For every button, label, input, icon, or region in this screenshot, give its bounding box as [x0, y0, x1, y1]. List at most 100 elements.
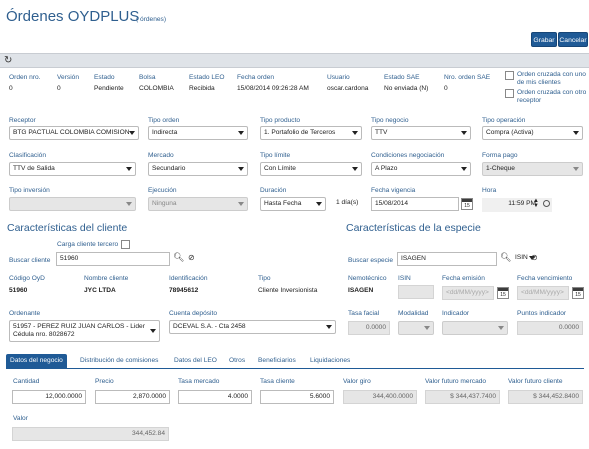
chevron-down-icon	[238, 167, 244, 171]
fecha-emision-input[interactable]: <dd/MM/yyyy>	[442, 286, 494, 300]
nombre-value: JYC LTDA	[84, 287, 116, 294]
tasa-mercado-input[interactable]: 4.0000	[178, 390, 252, 404]
clear-filter-icon[interactable]: ⊘	[531, 253, 538, 262]
forma-pago-select[interactable]: 1-Cheque	[482, 162, 583, 176]
valor-futuro-mercado-input[interactable]: $ 344,437.7400	[425, 390, 500, 404]
puntos-indicador-label: Puntos indicador	[517, 310, 567, 317]
forma-pago-label: Forma pago	[482, 152, 518, 159]
identificacion-value: 78945612	[169, 287, 199, 294]
tipo-orden-value: Indirecta	[152, 129, 178, 136]
receptor-label: Receptor	[9, 117, 36, 124]
estado-label: Estado	[94, 74, 115, 81]
condiciones-select[interactable]: A Plazo	[371, 162, 471, 176]
hora-input[interactable]: 11:59 PM	[482, 198, 552, 212]
tab-liquidaciones[interactable]: Liquidaciones	[306, 354, 354, 368]
tipo-producto-select[interactable]: 1. Portafolio de Terceros	[260, 126, 362, 140]
orden-nro-label: Orden nro.	[9, 74, 41, 81]
page-subtitle: ( órdenes)	[136, 16, 167, 23]
bolsa-label: Bolsa	[139, 74, 156, 81]
cuenta-deposito-select[interactable]: DCEVAL S.A. - Cta 2458	[169, 320, 336, 334]
duracion-value: Hasta Fecha	[264, 200, 302, 207]
cruzada-otro-receptor-checkbox[interactable]	[505, 89, 514, 98]
cliente-section-title: Características del cliente	[7, 222, 128, 234]
indicador-select[interactable]	[442, 321, 508, 335]
ordenante-line1: 51957 - PEREZ RUIZ JUAN CARLOS - Lider	[13, 323, 145, 330]
tab-otros[interactable]: Otros	[225, 354, 249, 368]
chevron-down-icon	[461, 131, 467, 135]
fecha-vencimiento-input[interactable]: <dd/MM/yyyy>	[517, 286, 569, 300]
cuenta-deposito-value: DCEVAL S.A. - Cta 2458	[173, 323, 246, 330]
buscar-cliente-input[interactable]: 51960	[56, 252, 170, 266]
tasa-facial-label: Tasa facial	[348, 310, 380, 317]
carga-tercero-checkbox[interactable]	[121, 240, 130, 249]
isin-input[interactable]	[398, 285, 434, 299]
isin-label: ISIN	[398, 275, 411, 282]
chevron-down-icon	[316, 202, 322, 206]
tipo-negocio-select[interactable]: TTV	[371, 126, 471, 140]
chevron-down-icon	[238, 202, 244, 206]
search-icon[interactable]: 🔍︎	[173, 252, 184, 263]
nemotecnico-label: Nemotécnico	[348, 275, 387, 282]
clear-filter-icon[interactable]: ⊘	[188, 253, 195, 262]
tipo-inversion-select[interactable]	[9, 197, 136, 211]
search-icon[interactable]: 🔍︎	[500, 252, 511, 263]
duracion-select[interactable]: Hasta Fecha	[260, 197, 326, 211]
hora-label: Hora	[482, 187, 497, 194]
estado-sae: No enviada (N)	[384, 85, 429, 92]
tasa-facial-input[interactable]: 0.0000	[348, 321, 390, 335]
chevron-down-icon	[129, 131, 135, 135]
tab-bar	[6, 368, 584, 369]
refresh-icon[interactable]: ↻	[4, 55, 12, 66]
clock-icon[interactable]	[543, 200, 550, 207]
tab-datos-negocio[interactable]: Datos del negocio	[6, 354, 67, 368]
page-title: Órdenes OYDPLUS	[6, 8, 140, 25]
calendar-icon[interactable]: 15	[497, 287, 509, 299]
valor-input[interactable]: 344,452.84	[12, 427, 169, 441]
carga-tercero-label: Carga cliente tercero	[57, 241, 119, 248]
tipo-operacion-label: Tipo operación	[482, 117, 526, 124]
save-button[interactable]: Grabar	[531, 32, 557, 47]
modalidad-select[interactable]	[398, 321, 434, 335]
cuenta-deposito-label: Cuenta depósito	[169, 310, 218, 317]
tab-datos-leo[interactable]: Datos del LEO	[170, 354, 221, 368]
buscar-especie-input[interactable]: ISAGEN	[397, 252, 497, 266]
receptor-select[interactable]: BTG PACTUAL COLOMBIA COMISION	[9, 126, 139, 140]
puntos-indicador-input[interactable]: 0.0000	[517, 321, 583, 335]
nombre-label: Nombre cliente	[84, 275, 129, 282]
cruzada-mis-clientes-checkbox[interactable]	[505, 71, 514, 80]
tasa-cliente-label: Tasa cliente	[260, 378, 295, 385]
tasa-cliente-input[interactable]: 5.6000	[260, 390, 334, 404]
fecha-orden: 15/08/2014 09:26:28 AM	[237, 85, 309, 92]
ordenante-line2: Cédula nro. 8028672	[13, 331, 75, 338]
cruzada-mis-clientes-label: Orden cruzada con uno de mis clientes	[517, 71, 586, 86]
tipo-limite-select[interactable]: Con Límite	[260, 162, 362, 176]
tipo-operacion-select[interactable]: Compra (Activa)	[482, 126, 583, 140]
chevron-down-icon	[424, 326, 430, 330]
precio-input[interactable]: 2,870.0000	[95, 390, 170, 404]
tipo-operacion-value: Compra (Activa)	[486, 129, 534, 136]
fecha-vigencia-input[interactable]: 15/08/2014	[371, 197, 459, 211]
ejecucion-value: Ninguna	[152, 200, 177, 207]
mercado-select[interactable]: Secundario	[148, 162, 248, 176]
ejecucion-select[interactable]: Ninguna	[148, 197, 248, 211]
calendar-icon[interactable]: 15	[461, 198, 473, 210]
valor-giro-input[interactable]: 344,400.0000	[343, 390, 417, 404]
valor-futuro-cliente-input[interactable]: $ 344,452.8400	[508, 390, 583, 404]
calendar-icon[interactable]: 15	[572, 287, 584, 299]
codigo-value: 51960	[9, 287, 28, 294]
tipo-cliente-value: Cliente Inversionista	[258, 287, 318, 294]
chevron-down-icon	[573, 167, 579, 171]
ordenante-select[interactable]: 51957 - PEREZ RUIZ JUAN CARLOS - Lider C…	[9, 320, 160, 342]
time-spin-icon[interactable]: ▲ ▼	[533, 198, 539, 209]
chevron-down-icon	[352, 167, 358, 171]
valor-giro-label: Valor giro	[343, 378, 371, 385]
cancel-button[interactable]: Cancelar	[558, 32, 588, 47]
buscar-cliente-label: Buscar cliente	[9, 257, 51, 264]
tab-distribucion-comisiones[interactable]: Distribución de comisiones	[76, 354, 162, 368]
tipo-orden-select[interactable]: Indirecta	[148, 126, 248, 140]
cantidad-input[interactable]: 12,000.0000	[12, 390, 86, 404]
tab-beneficiarios[interactable]: Beneficiarios	[254, 354, 300, 368]
tipo-producto-label: Tipo producto	[260, 117, 301, 124]
clasificacion-select[interactable]: TTV de Salida	[9, 162, 136, 176]
dias-value: 1 día(s)	[336, 199, 359, 206]
